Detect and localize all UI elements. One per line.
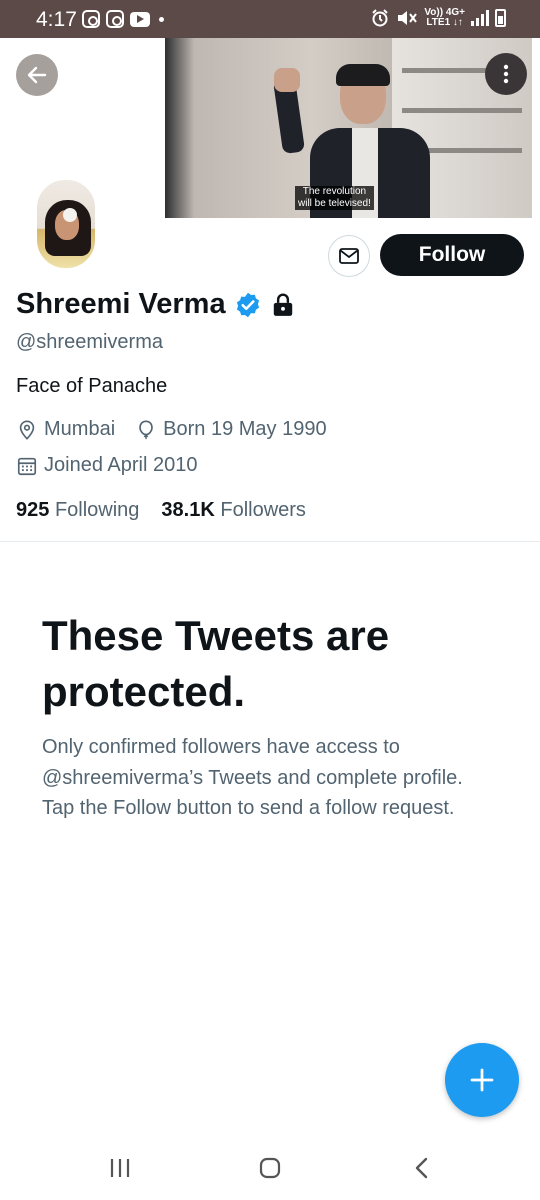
status-bar: 4:17 Vo)) 4G+ LTE1 ↓↑	[0, 0, 540, 38]
banner-caption: The revolution will be televised!	[295, 186, 374, 210]
verified-badge-icon[interactable]	[234, 291, 262, 319]
profile-location: Mumbai	[44, 418, 116, 440]
recent-apps-button[interactable]	[100, 1154, 140, 1182]
mute-icon	[398, 11, 418, 25]
following-count: 925	[16, 499, 50, 521]
home-button[interactable]	[250, 1154, 290, 1182]
banner-image[interactable]: The revolution will be televised!	[165, 38, 532, 218]
battery-icon	[495, 9, 506, 27]
followers-stat[interactable]: 38.1K Followers	[161, 499, 306, 522]
profile-name-row: Shreemi Verma	[16, 288, 296, 321]
compose-tweet-button[interactable]	[445, 1043, 519, 1117]
followers-label: Followers	[220, 499, 306, 521]
youtube-icon	[130, 11, 150, 27]
profile-handle: @shreemiverma	[16, 331, 164, 353]
profile-birthday: Born 19 May 1990	[163, 418, 327, 440]
more-vertical-icon	[503, 64, 509, 84]
follow-button[interactable]: Follow	[380, 234, 524, 276]
profile-joined-row: Joined April 2010	[16, 454, 197, 477]
lock-icon	[273, 293, 292, 316]
alarm-icon	[372, 9, 389, 27]
profile-meta-row: Mumbai Born 19 May 1990	[16, 418, 327, 441]
display-name: Shreemi Verma	[16, 288, 226, 320]
plus-icon	[470, 1068, 494, 1092]
instagram-icon	[82, 10, 100, 28]
recent-apps-icon	[110, 1159, 130, 1177]
balloon-icon	[139, 419, 153, 439]
status-time: 4:17	[36, 8, 77, 31]
signal-icon	[471, 10, 489, 26]
nav-back-button[interactable]	[402, 1154, 442, 1182]
status-system-icons: Vo)) 4G+ LTE1 ↓↑	[370, 8, 506, 28]
followers-count: 38.1K	[161, 499, 215, 521]
protected-description: Only confirmed followers have access to …	[42, 736, 463, 819]
following-stat[interactable]: 925 Following	[16, 499, 139, 522]
message-button[interactable]	[328, 235, 370, 277]
calendar-icon	[17, 457, 37, 475]
protected-title: These Tweets are protected.	[42, 612, 390, 715]
follow-stats: 925 Following 38.1K Followers	[16, 499, 306, 522]
mail-icon	[339, 248, 359, 264]
system-nav-bar	[0, 1140, 540, 1200]
instagram-icon	[106, 10, 124, 28]
avatar[interactable]	[35, 178, 97, 270]
back-arrow-icon	[27, 66, 47, 84]
network-type: Vo)) 4G+ LTE1 ↓↑	[424, 7, 465, 28]
more-options-button[interactable]	[485, 53, 527, 95]
nav-back-icon	[415, 1157, 428, 1179]
location-pin-icon	[19, 419, 35, 440]
divider	[0, 541, 540, 542]
home-icon	[259, 1157, 281, 1179]
more-notifications-dot-icon	[159, 16, 164, 22]
profile-joined-date: Joined April 2010	[44, 454, 198, 476]
profile-bio: Face of Panache	[16, 375, 168, 397]
back-button[interactable]	[16, 54, 58, 96]
status-notification-icons	[82, 10, 164, 28]
following-label: Following	[54, 499, 140, 521]
